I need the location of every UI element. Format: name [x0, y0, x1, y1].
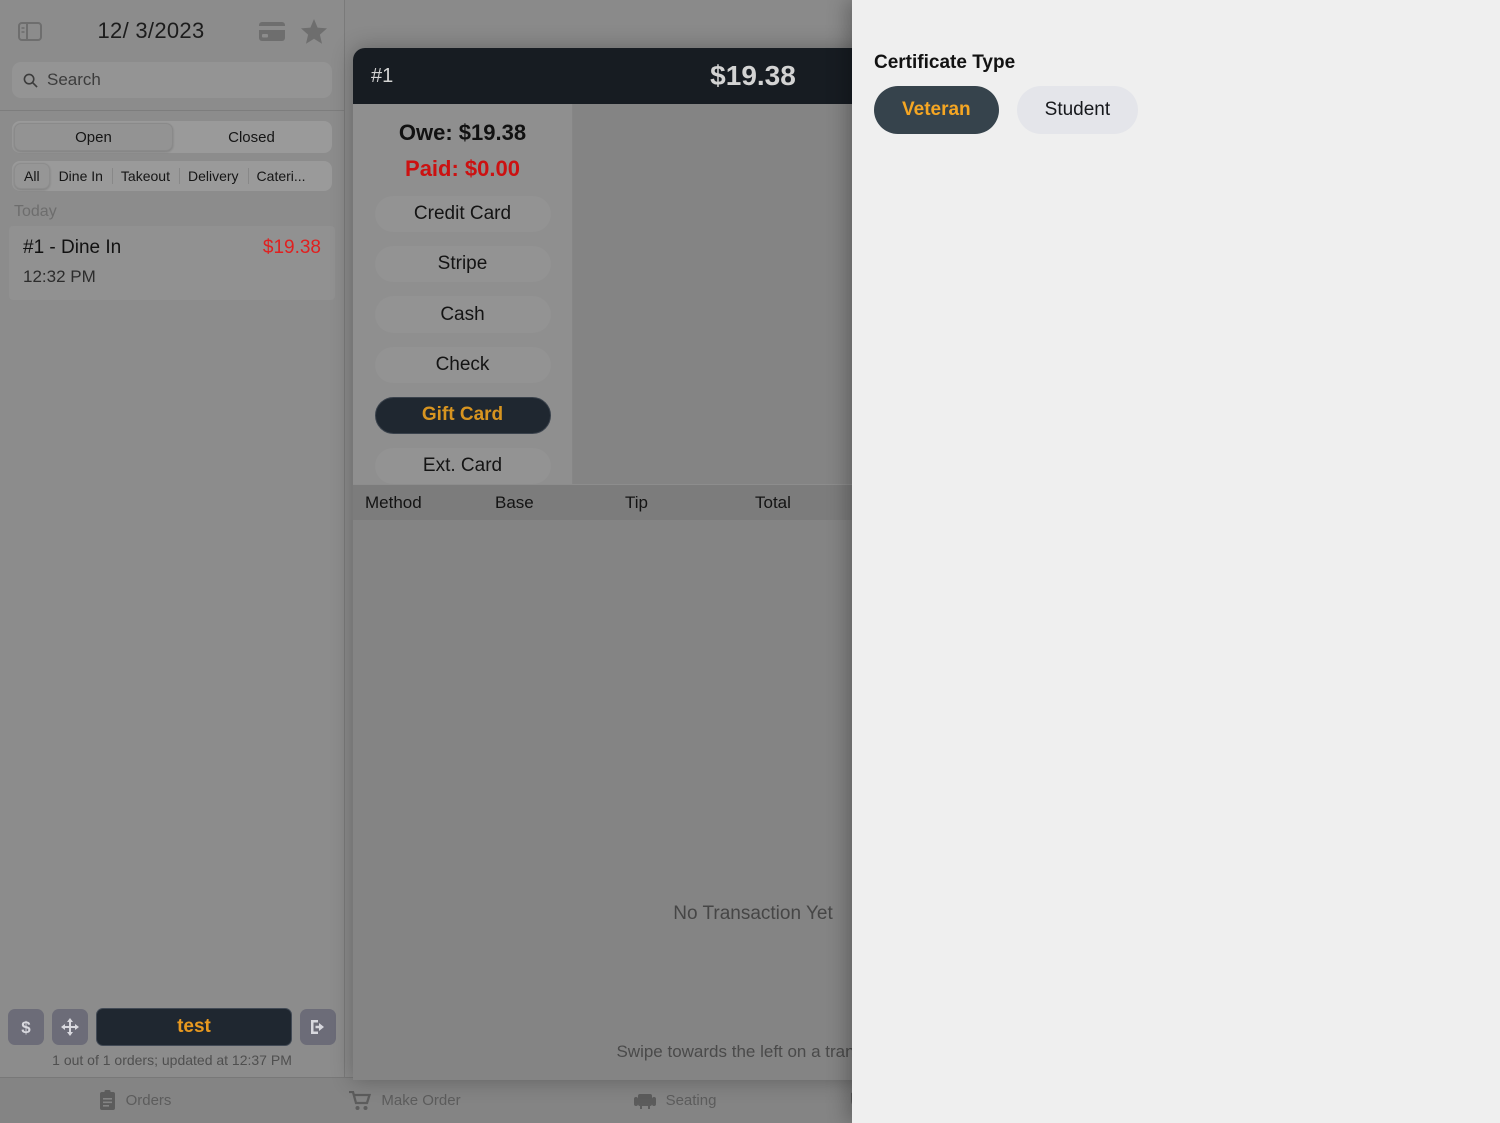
- orders-sidebar: 12/ 3/2023 Search Open Closed All Dine I…: [0, 0, 345, 1077]
- credit-card-icon[interactable]: [256, 16, 288, 46]
- certificate-type-group: Certificate Type Veteran Student: [874, 52, 1139, 134]
- column-base: Base: [495, 492, 534, 512]
- method-cash[interactable]: Cash: [374, 296, 551, 333]
- tab-make-order-label: Make Order: [381, 1092, 461, 1109]
- cart-icon: [349, 1090, 372, 1110]
- tab-orders-label: Orders: [125, 1092, 172, 1109]
- search-input[interactable]: Search: [12, 62, 332, 98]
- dollar-icon[interactable]: $: [8, 1009, 44, 1045]
- method-ext-card[interactable]: Ext. Card: [374, 447, 551, 484]
- method-gift-card[interactable]: Gift Card: [374, 396, 551, 434]
- column-tip: Tip: [625, 492, 648, 512]
- certificate-type-veteran[interactable]: Veteran: [874, 86, 999, 134]
- clipboard-icon: [99, 1090, 115, 1110]
- tab-make-order[interactable]: Make Order: [270, 1090, 540, 1111]
- sidebar-divider: [0, 110, 344, 111]
- tab-seating-label: Seating: [665, 1092, 717, 1109]
- sidebar-footer-row: $ test: [8, 1007, 336, 1047]
- sidebar-toggle-icon[interactable]: [14, 16, 46, 46]
- column-method: Method: [365, 492, 422, 512]
- logout-icon[interactable]: [300, 1009, 336, 1045]
- type-filter-all[interactable]: All: [14, 163, 50, 189]
- order-group-header: Today: [14, 203, 57, 220]
- type-filter-segment[interactable]: All Dine In Takeout Delivery Cateri...: [12, 161, 332, 191]
- sofa-icon: [633, 1093, 656, 1109]
- sidebar-footer: $ test 1 out of 1 orders; updated at 12:…: [0, 1007, 344, 1077]
- order-time: 12:32 PM: [23, 267, 96, 286]
- gift-certificate-modal: Certificate Type Veteran Student: [852, 0, 1500, 1123]
- search-placeholder: Search: [47, 70, 101, 89]
- date-label[interactable]: 12/ 3/2023: [56, 18, 246, 44]
- sidebar-status-text: 1 out of 1 orders; updated at 12:37 PM: [52, 1052, 292, 1068]
- tab-orders[interactable]: Orders: [0, 1090, 270, 1111]
- status-filter-segment[interactable]: Open Closed: [12, 121, 332, 153]
- certificate-type-options: Veteran Student: [874, 86, 1139, 134]
- method-check[interactable]: Check: [374, 346, 551, 383]
- move-icon[interactable]: [52, 1009, 88, 1045]
- status-filter-open[interactable]: Open: [14, 123, 173, 151]
- list-item[interactable]: #1 - Dine In $19.38 12:32 PM: [9, 226, 335, 300]
- paid-amount: Paid: $0.00: [405, 156, 520, 181]
- type-filter-catering[interactable]: Cateri...: [247, 163, 315, 189]
- method-credit-card[interactable]: Credit Card: [374, 196, 551, 233]
- type-filter-takeout[interactable]: Takeout: [111, 163, 179, 189]
- sidebar-toolbar: 12/ 3/2023: [0, 0, 344, 62]
- payment-methods-column: Owe: $19.38 Paid: $0.00 Credit Card Stri…: [353, 104, 573, 484]
- order-row-top: #1 - Dine In $19.38: [23, 237, 321, 259]
- order-title: #1 - Dine In: [23, 237, 122, 258]
- owe-amount: Owe: $19.38: [398, 120, 527, 145]
- svg-text:$: $: [21, 1018, 31, 1037]
- type-filter-dine-in[interactable]: Dine In: [50, 163, 112, 189]
- certificate-type-label: Certificate Type: [874, 52, 1016, 73]
- search-wrapper: Search: [0, 62, 344, 98]
- status-filter-closed[interactable]: Closed: [173, 123, 330, 151]
- search-icon: [23, 73, 38, 88]
- method-stripe[interactable]: Stripe: [374, 246, 551, 283]
- order-amount: $19.38: [262, 237, 321, 258]
- certificate-type-student[interactable]: Student: [1016, 86, 1139, 134]
- tab-seating[interactable]: Seating: [540, 1092, 810, 1110]
- type-filter-delivery[interactable]: Delivery: [178, 163, 248, 189]
- profile-button[interactable]: test: [96, 1008, 292, 1046]
- star-icon[interactable]: [298, 16, 330, 46]
